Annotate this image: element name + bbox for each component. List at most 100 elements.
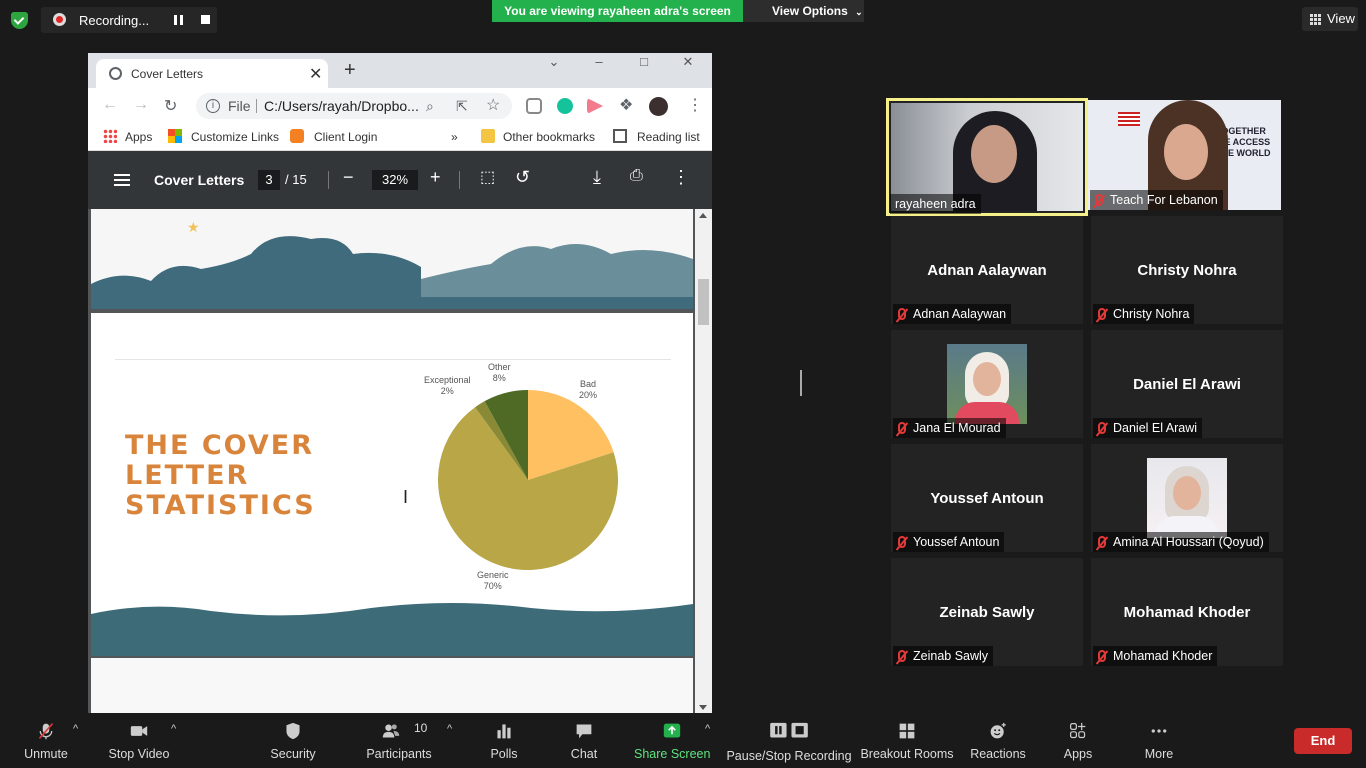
participants-button[interactable]: 10 Participants <box>364 713 434 768</box>
extension-cast-icon[interactable] <box>526 98 542 114</box>
end-meeting-button[interactable]: End <box>1294 728 1352 754</box>
reload-icon[interactable]: ↻ <box>164 96 177 116</box>
bookmark-customize-links[interactable]: Customize Links <box>191 130 279 144</box>
participant-tile[interactable]: Daniel El Arawi Daniel El Arawi <box>1091 330 1283 438</box>
bookmark-apps[interactable]: Apps <box>125 130 152 144</box>
browser-menu-icon[interactable]: ⋮ <box>687 95 703 115</box>
address-bar[interactable]: i File C:/Users/rayah/Dropbo... ⌕ ⇱ ☆ <box>196 93 512 119</box>
bookmark-star-icon[interactable]: ☆ <box>486 93 500 119</box>
rotate-icon[interactable]: ↺ <box>515 167 530 188</box>
browser-tab-strip: Cover Letters ✕ + ⌄ – □ ✕ <box>88 53 712 88</box>
new-tab-button[interactable]: + <box>344 59 356 82</box>
share-options-caret-icon[interactable]: ^ <box>705 723 710 735</box>
participant-name-tag: Jana El Mourad <box>893 418 1006 438</box>
chat-button[interactable]: Chat <box>562 713 606 768</box>
polls-label: Polls <box>490 747 518 761</box>
reactions-button[interactable]: Reactions <box>968 713 1028 768</box>
pause-stop-recording-label: Pause/Stop Recording <box>726 749 852 763</box>
muted-microphone-icon <box>898 422 906 434</box>
maximize-icon[interactable]: □ <box>622 53 666 71</box>
share-screen-button[interactable]: Share Screen <box>634 713 710 768</box>
scroll-thumb[interactable] <box>698 279 709 325</box>
chat-bubble-icon <box>576 724 592 739</box>
back-icon[interactable]: ← <box>102 96 118 114</box>
info-icon[interactable]: i <box>206 99 220 113</box>
participant-tile[interactable]: Youssef Antoun Youssef Antoun <box>891 444 1083 552</box>
grammarly-icon[interactable] <box>557 98 573 114</box>
pdf-page-current: THE COVER LETTER STATISTICS Bad 20% Gener… <box>91 313 693 656</box>
page-number-input[interactable]: 3 <box>258 170 280 190</box>
participants-caret-icon[interactable]: ^ <box>447 723 452 735</box>
apps-button[interactable]: Apps <box>1056 713 1100 768</box>
stop-recording-icon[interactable] <box>201 15 210 24</box>
zoom-out-icon[interactable]: − <box>343 167 354 188</box>
tab-search-icon[interactable]: ⌄ <box>532 53 576 71</box>
print-icon[interactable]: ⎙ <box>630 167 643 185</box>
view-button[interactable]: View <box>1302 7 1358 31</box>
more-label: More <box>1144 747 1174 761</box>
zoom-in-icon[interactable]: + <box>430 167 441 188</box>
zoom-level-input[interactable]: 32% <box>372 170 418 190</box>
participant-tile[interactable]: rayaheen adra <box>886 98 1088 216</box>
muted-microphone-icon <box>898 536 906 548</box>
scroll-down-icon[interactable] <box>699 705 707 710</box>
security-button[interactable]: Security <box>262 713 324 768</box>
extensions-puzzle-icon[interactable]: ❖ <box>619 95 633 115</box>
forward-icon[interactable]: → <box>133 96 149 114</box>
smiley-plus-icon <box>990 722 1006 739</box>
pause-stop-recording-button[interactable]: Pause/Stop Recording <box>726 713 852 768</box>
participant-tile[interactable]: TOGETHER WE ACCESS THE WORLD Teach For Leba… <box>1088 100 1281 210</box>
breakout-rooms-button[interactable]: Breakout Rooms <box>860 713 954 768</box>
participant-tile[interactable]: Zeinab Sawly Zeinab Sawly <box>891 558 1083 666</box>
download-icon[interactable]: ⤓ <box>593 167 601 188</box>
text-cursor-icon: I <box>403 487 409 507</box>
breakout-rooms-icon <box>899 723 915 739</box>
video-options-caret-icon[interactable]: ^ <box>171 723 176 735</box>
minimize-icon[interactable]: – <box>577 53 621 71</box>
security-shield-icon[interactable] <box>11 12 28 29</box>
fit-page-icon[interactable]: ⬚ <box>480 167 495 187</box>
participant-tile[interactable]: Jana El Mourad <box>891 330 1083 438</box>
panel-resize-handle[interactable] <box>800 370 802 396</box>
scroll-up-icon[interactable] <box>699 213 707 218</box>
participant-name-tag: Daniel El Arawi <box>1093 418 1203 438</box>
bookmark-other[interactable]: Other bookmarks <box>503 130 595 144</box>
participant-display-name: Zeinab Sawly <box>939 604 1035 621</box>
bookmark-reading-list[interactable]: Reading list <box>637 130 700 144</box>
unmute-button[interactable]: Unmute <box>14 713 78 768</box>
muted-microphone-icon <box>1098 308 1106 320</box>
pie-label-bad: Bad 20% <box>579 379 597 401</box>
pdf-scrollbar[interactable] <box>695 209 712 716</box>
close-tab-icon[interactable]: ✕ <box>309 64 322 84</box>
polls-chart-icon <box>497 724 511 739</box>
participant-tile[interactable]: Amina Al Houssari (Qoyud) <box>1091 444 1283 552</box>
browser-tab[interactable]: Cover Letters ✕ <box>96 59 328 88</box>
view-options-label: View Options <box>772 4 848 18</box>
share-icon[interactable]: ⇱ <box>456 93 468 119</box>
audio-options-caret-icon[interactable]: ^ <box>73 723 78 735</box>
menu-icon[interactable] <box>114 174 130 186</box>
zoom-icon[interactable]: ⌕ <box>426 93 434 119</box>
stop-video-label: Stop Video <box>108 747 170 761</box>
pie-category-exceptional: Exceptional <box>424 375 471 385</box>
participant-name-tag: Adnan Aalaywan <box>893 304 1012 324</box>
pdf-viewport[interactable]: ★ THE COVER LETTER STATISTICS Bad 20% Gen… <box>88 209 712 716</box>
participant-tile[interactable]: Mohamad Khoder Mohamad Khoder <box>1091 558 1283 666</box>
apps-grid-icon <box>103 129 117 143</box>
view-options-button[interactable]: View Options ⌄ <box>743 0 864 22</box>
profile-avatar[interactable] <box>649 97 668 116</box>
bookmarks-overflow[interactable]: » <box>451 130 458 144</box>
more-button[interactable]: More <box>1137 713 1181 768</box>
close-window-icon[interactable]: ✕ <box>666 53 710 71</box>
polls-button[interactable]: Polls <box>482 713 526 768</box>
participants-count: 10 <box>414 721 428 735</box>
more-actions-icon[interactable]: ⋮ <box>672 167 690 188</box>
participant-tile[interactable]: Adnan Aalaywan Adnan Aalaywan <box>891 216 1083 324</box>
participant-tile[interactable]: Christy Nohra Christy Nohra <box>1091 216 1283 324</box>
extension-arrow-icon[interactable] <box>587 98 603 114</box>
pause-recording-icon[interactable] <box>174 15 183 25</box>
toolbar-divider <box>459 171 460 189</box>
stop-video-button[interactable]: Stop Video <box>104 713 174 768</box>
participant-name-label: rayaheen adra <box>895 197 976 211</box>
bookmark-client-login[interactable]: Client Login <box>314 130 377 144</box>
